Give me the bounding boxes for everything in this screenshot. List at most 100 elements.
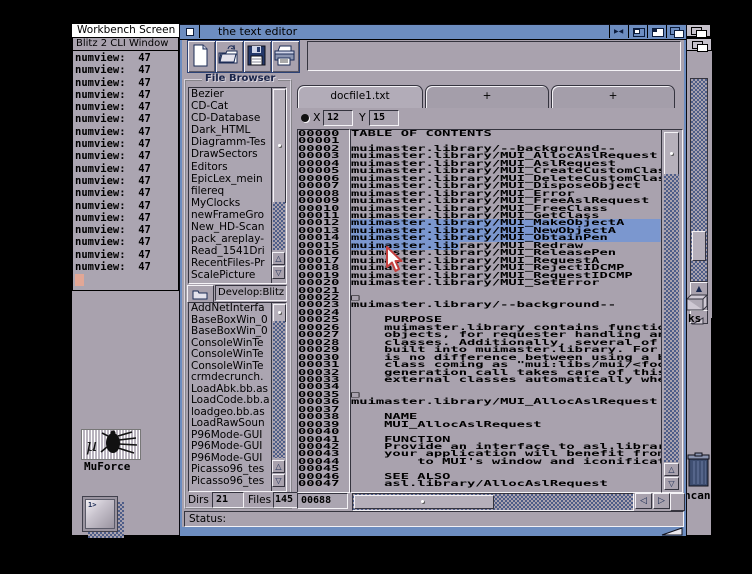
cli-output-line[interactable]: numview: 47 xyxy=(75,64,175,76)
file-list-item[interactable]: P96Mode-GUI xyxy=(191,441,271,453)
close-button[interactable] xyxy=(180,25,200,38)
cli-output-line[interactable]: numview: 47 xyxy=(75,249,175,261)
file-list-item[interactable]: New_HD-Scan xyxy=(191,221,271,233)
file-list-item[interactable]: LoadCode.bb.a xyxy=(191,395,271,407)
cli-output-line[interactable]: numview: 47 xyxy=(75,138,175,150)
file-list-item[interactable]: filereq xyxy=(191,185,271,197)
cli-output-line[interactable]: numview: 47 xyxy=(75,236,175,248)
file-list-item[interactable]: Editors xyxy=(191,161,271,173)
scroll-down-button[interactable]: ▽ xyxy=(664,477,679,490)
scrollbar-thumb[interactable] xyxy=(273,304,286,322)
print-button[interactable] xyxy=(271,40,300,73)
scroll-up-button[interactable]: △ xyxy=(664,463,679,476)
command-input[interactable] xyxy=(307,41,681,71)
cli-output-line[interactable]: numview: 47 xyxy=(75,200,175,212)
cli-output-line[interactable]: numview: 47 xyxy=(75,101,175,113)
scrollbar-thumb[interactable] xyxy=(664,132,679,176)
editor-vertical-scrollbar[interactable]: △ ▽ xyxy=(661,129,683,493)
text-line[interactable]: muimaster.library/--background-- xyxy=(351,301,661,308)
project-file-list[interactable]: AddNetInterfaBaseBoxWin_0BaseBoxWin_0Con… xyxy=(188,302,287,492)
file-list-item[interactable]: CD-Cat xyxy=(191,100,271,112)
file-list-item[interactable]: LoadRawSoun xyxy=(191,418,271,430)
project-list-scrollbar[interactable]: △ ▽ xyxy=(271,303,286,491)
back-window-scrollbar[interactable] xyxy=(690,78,708,282)
file-list-item[interactable]: ScalePicture xyxy=(191,269,271,281)
cli-output-line[interactable]: numview: 47 xyxy=(75,212,175,224)
cli-output-line[interactable]: numview: 47 xyxy=(75,261,175,273)
scroll-right-button[interactable]: ▷ xyxy=(653,493,670,509)
cli-output-line[interactable]: numview: 47 xyxy=(75,77,175,89)
muforce-icon[interactable]: µ xyxy=(81,429,141,460)
window-front-button[interactable] xyxy=(647,25,667,38)
file-list-item[interactable]: pack_areplay- xyxy=(191,233,271,245)
file-list-item[interactable]: crmdecrunch. xyxy=(191,372,271,384)
file-list-item[interactable]: Diagramm-Tes xyxy=(191,136,271,148)
drawer-icon[interactable] xyxy=(686,294,708,311)
cli-output-line[interactable]: numview: 47 xyxy=(75,150,175,162)
scrollbar-thumb[interactable] xyxy=(692,231,706,261)
scroll-left-button[interactable]: ◁ xyxy=(635,493,652,509)
text-line[interactable]: muimaster.library/MUI_AllocAslRequest xyxy=(351,398,661,405)
text-line[interactable]: muimaster.library/MUI_SetError xyxy=(351,279,661,286)
iconify-button[interactable]: ▶◀ xyxy=(609,25,629,38)
file-list-item[interactable]: Dark_HTML xyxy=(191,124,271,136)
window-titlebar[interactable]: the text editor ▶◀ xyxy=(180,25,686,40)
text-line[interactable]: TABLE OF CONTENTS xyxy=(351,130,661,137)
scrollbar-thumb[interactable] xyxy=(273,89,286,203)
window-depth-button[interactable] xyxy=(666,25,686,38)
text-line[interactable] xyxy=(351,383,661,390)
file-list-item[interactable]: DrawSectors xyxy=(191,148,271,160)
trashcan-icon[interactable] xyxy=(687,452,710,488)
scroll-down-button[interactable]: ▽ xyxy=(272,266,285,279)
file-list-item[interactable]: Bezier xyxy=(191,88,271,100)
cli-output-line[interactable]: numview: 47 xyxy=(75,126,175,138)
cli-output-line[interactable]: numview: 47 xyxy=(75,187,175,199)
text-line[interactable]: to MUI's window and iconificati xyxy=(351,458,661,465)
file-list-item[interactable]: RecentFiles-Pr xyxy=(191,257,271,269)
cli-output-line[interactable]: numview: 47 xyxy=(75,175,175,187)
text-line[interactable] xyxy=(351,287,661,294)
file-list-item[interactable]: Picasso96_tes xyxy=(191,464,271,476)
scroll-up-button[interactable]: △ xyxy=(272,460,285,473)
file-list-item[interactable]: MyClocks xyxy=(191,197,271,209)
zoom-button[interactable] xyxy=(628,25,648,38)
back-window-depth-gadget[interactable] xyxy=(685,38,712,51)
file-list-item[interactable]: AddNetInterfa xyxy=(191,303,271,315)
x-coordinate-field[interactable]: 12 xyxy=(323,110,353,126)
text-content[interactable]: TABLE OF CONTENTS muimaster.library/--ba… xyxy=(350,129,662,493)
path-input[interactable]: Develop:Blitz xyxy=(215,285,287,301)
files-count-field[interactable]: 145 xyxy=(273,492,299,508)
tab-new-1[interactable]: + xyxy=(425,85,549,108)
file-list-item[interactable]: Read_1541Dri xyxy=(191,245,271,257)
window-resize-handle[interactable] xyxy=(660,527,684,536)
open-file-button[interactable] xyxy=(215,40,244,73)
file-list-scrollbar[interactable]: △ ▽ xyxy=(271,88,286,283)
parent-folder-button[interactable] xyxy=(187,285,214,303)
scroll-up-button[interactable]: △ xyxy=(272,252,285,265)
text-line[interactable]: asl.library/AllocAslRequest xyxy=(351,480,661,487)
cli-output-line[interactable]: numview: 47 xyxy=(75,52,175,64)
cli-output-line[interactable]: numview: 47 xyxy=(75,163,175,175)
file-list[interactable]: BezierCD-CatCD-DatabaseDark_HTMLDiagramm… xyxy=(188,87,287,284)
text-line[interactable]: MUI_AllocAslRequest xyxy=(351,421,661,428)
file-list-item[interactable]: ConsoleWinTe xyxy=(191,349,271,361)
tab-docfile1[interactable]: docfile1.txt xyxy=(297,85,423,108)
editor-horizontal-scrollbar[interactable] xyxy=(352,493,634,511)
cli-output-line[interactable]: numview: 47 xyxy=(75,89,175,101)
scroll-down-button[interactable]: ▽ xyxy=(272,474,285,487)
file-list-item[interactable]: newFrameGro xyxy=(191,209,271,221)
shell-icon[interactable]: 1> xyxy=(82,496,118,532)
save-file-button[interactable] xyxy=(243,40,272,73)
cli-output-line[interactable]: numview: 47 xyxy=(75,113,175,125)
file-list-item[interactable]: BaseBoxWin_0 xyxy=(191,326,271,338)
file-list-item[interactable]: EpicLex_mein xyxy=(191,173,271,185)
tab-new-2[interactable]: + xyxy=(551,85,675,108)
screen-depth-gadget[interactable] xyxy=(684,24,711,37)
y-coordinate-field[interactable]: 15 xyxy=(369,110,399,126)
line-number-field[interactable]: 00688 xyxy=(297,493,348,509)
cli-titlebar[interactable]: Blitz 2 CLI Window xyxy=(73,38,178,51)
cli-output-line[interactable]: numview: 47 xyxy=(75,224,175,236)
scrollbar-thumb[interactable] xyxy=(354,495,494,509)
file-list-item[interactable]: CD-Database xyxy=(191,112,271,124)
new-document-button[interactable] xyxy=(187,40,216,73)
